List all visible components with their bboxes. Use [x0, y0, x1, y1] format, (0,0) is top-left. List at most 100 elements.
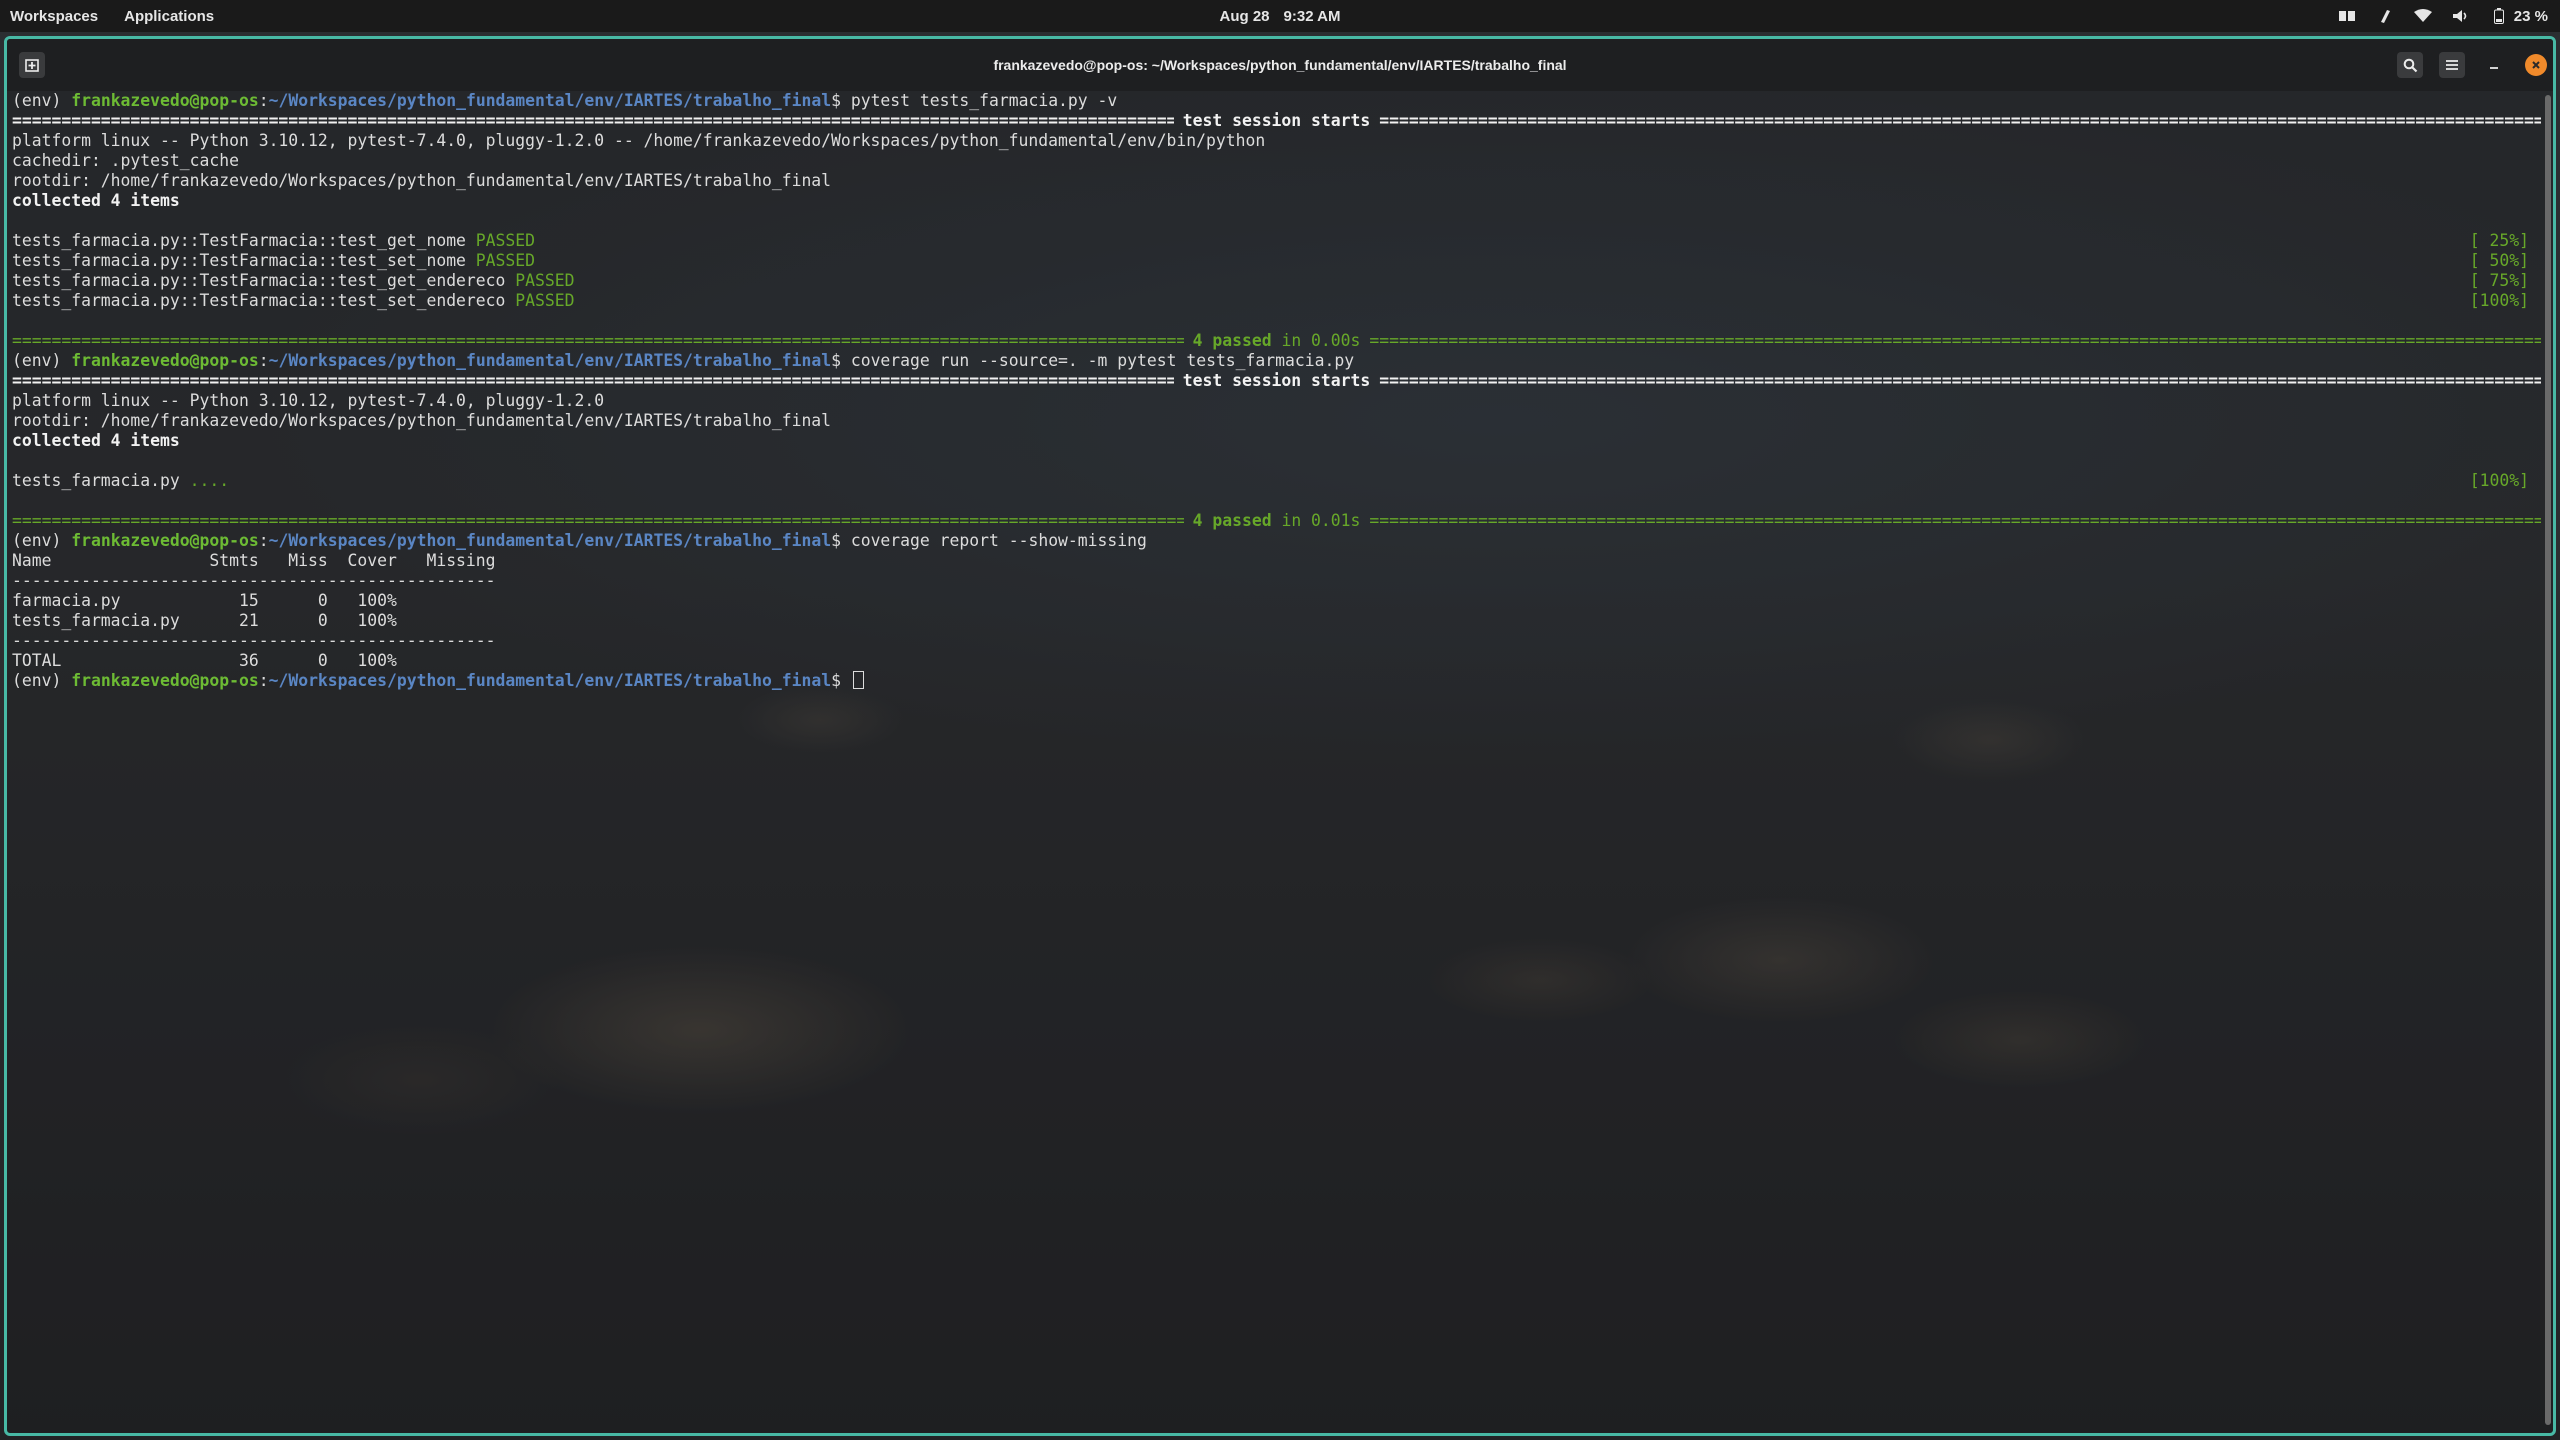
- prompt-user: frankazevedo@pop-os: [71, 671, 259, 690]
- platform-line: platform linux -- Python 3.10.12, pytest…: [12, 131, 1266, 150]
- platform-line: platform linux -- Python 3.10.12, pytest…: [12, 391, 605, 410]
- prompt-dollar: $: [831, 91, 851, 110]
- close-button[interactable]: [2525, 54, 2547, 76]
- minimize-button[interactable]: [2481, 52, 2507, 78]
- test-name: tests_farmacia.py::TestFarmacia::test_se…: [12, 251, 476, 270]
- rule-fill: ========================================…: [12, 111, 1174, 130]
- text-cursor[interactable]: [852, 671, 864, 689]
- prompt-dollar: $: [831, 531, 851, 550]
- command-text: pytest tests_farmacia.py -v: [850, 91, 1118, 110]
- env-label: (env): [12, 351, 72, 370]
- test-result-row: tests_farmacia.py::TestFarmacia::test_se…: [12, 291, 2541, 311]
- report-row: tests_farmacia.py 21 0 100%: [12, 611, 397, 630]
- test-result-row: tests_farmacia.py::TestFarmacia::test_ge…: [12, 271, 2541, 291]
- rule-fill: ========================================…: [1369, 331, 2541, 350]
- test-progress: [ 75%]: [2469, 271, 2529, 290]
- prompt-dollar: $: [831, 671, 851, 690]
- collected-line: collected 4 items: [12, 191, 180, 210]
- workspaces-button[interactable]: Workspaces: [10, 8, 98, 25]
- prompt-user: frankazevedo@pop-os: [71, 91, 259, 110]
- env-label: (env): [12, 91, 72, 110]
- test-status: PASSED: [515, 271, 575, 290]
- rootdir-line: rootdir: /home/frankazevedo/Workspaces/p…: [12, 411, 832, 430]
- prompt-colon: :: [258, 351, 269, 370]
- test-name: tests_farmacia.py::TestFarmacia::test_ge…: [12, 271, 516, 290]
- command-text: coverage run --source=. -m pytest tests_…: [850, 351, 1355, 370]
- report-rule: ----------------------------------------…: [12, 631, 496, 650]
- report-header: Name Stmts Miss Cover Missing: [12, 551, 496, 570]
- report-total: TOTAL 36 0 100%: [12, 651, 397, 670]
- test-status: PASSED: [515, 291, 575, 310]
- prompt-colon: :: [258, 531, 269, 550]
- prompt-line: (env) frankazevedo@pop-os:~/Workspaces/p…: [12, 671, 2541, 691]
- minimize-icon: [2490, 67, 2498, 69]
- rule-fill: ========================================…: [12, 371, 1174, 390]
- env-label: (env): [12, 671, 72, 690]
- prompt-colon: :: [258, 671, 269, 690]
- notification-icon[interactable]: [2376, 7, 2394, 25]
- wifi-icon[interactable]: [2413, 7, 2432, 25]
- prompt-path: ~/Workspaces/python_fundamental/env/IART…: [268, 671, 832, 690]
- prompt-path: ~/Workspaces/python_fundamental/env/IART…: [268, 91, 832, 110]
- rule-fill: ========================================…: [1369, 511, 2541, 530]
- session-header: ========================================…: [12, 371, 2541, 391]
- rule-fill: ========================================…: [1379, 111, 2541, 130]
- prompt-colon: :: [258, 91, 269, 110]
- menu-button[interactable]: [2439, 52, 2465, 78]
- command-text: coverage report --show-missing: [850, 531, 1147, 550]
- volume-icon[interactable]: [2452, 7, 2470, 25]
- passed-summary: ========================================…: [12, 331, 2541, 351]
- passed-time: in 0.01s: [1271, 511, 1361, 530]
- window-titlebar[interactable]: frankazevedo@pop-os: ~/Workspaces/python…: [7, 39, 2553, 91]
- test-progress: [ 50%]: [2469, 251, 2529, 270]
- scrollbar[interactable]: [2545, 95, 2551, 1425]
- rule-fill: ========================================…: [1379, 371, 2541, 390]
- battery-icon: [2490, 7, 2508, 25]
- test-progress: [ 25%]: [2469, 231, 2529, 250]
- passed-time: in 0.00s: [1271, 331, 1361, 350]
- applications-button[interactable]: Applications: [124, 8, 214, 25]
- clock-time[interactable]: 9:32 AM: [1284, 8, 1341, 25]
- collected-line: collected 4 items: [12, 431, 180, 450]
- cachedir-line: cachedir: .pytest_cache: [12, 151, 239, 170]
- prompt-user: frankazevedo@pop-os: [71, 531, 259, 550]
- rule-fill: ========================================…: [12, 511, 1184, 530]
- session-label: test session starts: [1182, 111, 1371, 130]
- clock: Aug 28 9:32 AM: [0, 0, 2560, 32]
- test-file: tests_farmacia.py: [12, 471, 190, 490]
- test-result-row: tests_farmacia.py .... [100%]: [12, 471, 2541, 491]
- rule-fill: ========================================…: [12, 331, 1184, 350]
- battery-percent: 23 %: [2513, 7, 2548, 25]
- test-progress: [100%]: [2469, 471, 2529, 490]
- prompt-line: (env) frankazevedo@pop-os:~/Workspaces/p…: [12, 351, 2541, 371]
- test-progress: [100%]: [2469, 291, 2529, 310]
- report-row: farmacia.py 15 0 100%: [12, 591, 397, 610]
- test-result-row: tests_farmacia.py::TestFarmacia::test_ge…: [12, 231, 2541, 251]
- clock-date[interactable]: Aug 28: [1220, 8, 1270, 25]
- passed-count: 4 passed: [1192, 511, 1272, 530]
- session-label: test session starts: [1182, 371, 1371, 390]
- prompt-path: ~/Workspaces/python_fundamental/env/IART…: [268, 531, 832, 550]
- prompt-path: ~/Workspaces/python_fundamental/env/IART…: [268, 351, 832, 370]
- test-status: PASSED: [475, 231, 536, 250]
- prompt-dollar: $: [831, 351, 851, 370]
- top-panel: Workspaces Applications Aug 28 9:32 AM 2…: [0, 0, 2560, 32]
- prompt-line: (env) frankazevedo@pop-os:~/Workspaces/p…: [12, 91, 2541, 111]
- battery-indicator[interactable]: 23 %: [2490, 7, 2548, 25]
- rootdir-line: rootdir: /home/frankazevedo/Workspaces/p…: [12, 171, 832, 190]
- search-button[interactable]: [2397, 52, 2423, 78]
- test-status: PASSED: [475, 251, 536, 270]
- terminal-output[interactable]: (env) frankazevedo@pop-os:~/Workspaces/p…: [12, 91, 2541, 1433]
- test-result-row: tests_farmacia.py::TestFarmacia::test_se…: [12, 251, 2541, 271]
- test-name: tests_farmacia.py::TestFarmacia::test_ge…: [12, 231, 476, 250]
- terminal-window[interactable]: frankazevedo@pop-os: ~/Workspaces/python…: [4, 36, 2556, 1436]
- workspace-switcher-icon[interactable]: [2338, 7, 2356, 25]
- prompt-line: (env) frankazevedo@pop-os:~/Workspaces/p…: [12, 531, 2541, 551]
- session-header: ========================================…: [12, 111, 2541, 131]
- hamburger-icon: [2446, 60, 2458, 70]
- prompt-user: frankazevedo@pop-os: [71, 351, 259, 370]
